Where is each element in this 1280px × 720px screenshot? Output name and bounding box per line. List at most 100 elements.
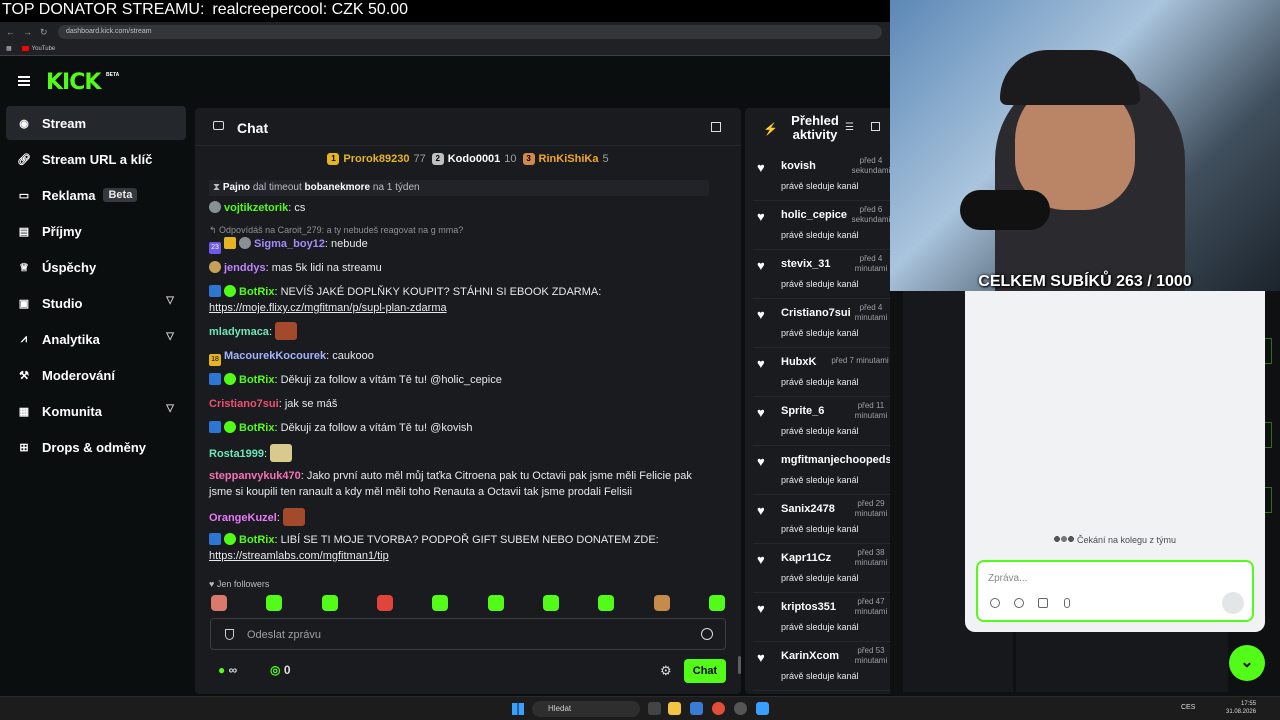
chat-scrollbar[interactable] xyxy=(738,656,741,674)
activity-item[interactable]: ♥ kovish před 4 sekundami právě sleduje kan… xyxy=(753,152,893,201)
activity-status: právě sleduje kanál xyxy=(781,377,859,387)
sidebar-item-uspechy[interactable]: ♕ Úspěchy xyxy=(6,250,186,284)
language-indicator[interactable]: CES xyxy=(1181,704,1195,711)
chat-username[interactable]: Cristiano7sui xyxy=(209,398,279,410)
sidebar-item-studio[interactable]: ▣ Studio ▽ xyxy=(6,286,186,320)
chat-username[interactable]: BotRix xyxy=(239,286,274,298)
forward-icon[interactable]: → xyxy=(23,27,32,38)
bot-badge-icon xyxy=(209,373,221,385)
sidebar-item-analytika[interactable]: ⩘ Analytika ▽ xyxy=(6,322,186,356)
app-icon[interactable] xyxy=(734,702,747,715)
attach-icon[interactable] xyxy=(990,598,1000,608)
file-explorer-icon[interactable] xyxy=(668,702,681,715)
emote-button[interactable] xyxy=(542,595,559,611)
menu-icon[interactable] xyxy=(18,76,30,86)
chat-username[interactable]: vojtikzetorik xyxy=(224,202,288,214)
user-badge-icon xyxy=(239,237,251,249)
chrome-icon[interactable] xyxy=(712,702,725,715)
chat-username[interactable]: mladymaca xyxy=(209,326,269,338)
app-icon[interactable] xyxy=(756,702,769,715)
chat-link[interactable]: https://streamlabs.com/mgfitman1/tip xyxy=(209,550,389,562)
sidebar-item-label: Příjmy xyxy=(42,223,82,239)
activity-item[interactable]: ♥ stevix_31 před 4 minutami právě sleduje k… xyxy=(753,250,893,299)
expand-icon[interactable] xyxy=(711,122,721,132)
heart-icon: ♥ xyxy=(757,405,765,420)
apps-icon[interactable]: ▦ xyxy=(6,45,12,52)
emote-button[interactable] xyxy=(376,595,393,611)
windows-start-icon[interactable] xyxy=(512,703,524,715)
emote-button[interactable] xyxy=(487,595,504,611)
activity-item[interactable]: ♥ kriptos351 před 47 minutami právě sleduje… xyxy=(753,593,893,642)
clock[interactable]: 17:55 31.08.2026 xyxy=(1226,700,1256,716)
points-indicator[interactable]: ◎ 0 xyxy=(270,663,291,677)
emote-button[interactable] xyxy=(266,595,283,611)
chat-username[interactable]: Rosta1999 xyxy=(209,448,264,460)
sidebar-item-stream[interactable]: ◉ Stream xyxy=(6,106,186,140)
leaderboard-entry[interactable]: 1 Prorok89230 77 xyxy=(327,153,426,165)
app-icon[interactable] xyxy=(690,702,703,715)
activity-item[interactable]: ♥ Kapr11Cz před 38 minutami právě sleduje k… xyxy=(753,544,893,593)
sidebar-item-drops[interactable]: ⊞ Drops & odměny xyxy=(6,430,186,464)
viewers-indicator[interactable]: ● ∞ xyxy=(218,663,237,677)
taskbar-search[interactable]: Hledat xyxy=(532,701,640,717)
sidebar-item-moderovani[interactable]: ⚒ Moderování xyxy=(6,358,186,392)
leaderboard-entry[interactable]: 2 Kodo0001 10 xyxy=(431,153,517,165)
activity-item[interactable]: ♥ Sanix2478 před 29 minutami právě sleduje … xyxy=(753,495,893,544)
task-view-icon[interactable] xyxy=(648,702,661,715)
activity-item[interactable]: ♥ holic_cepice před 6 sekundami právě sledu… xyxy=(753,201,893,250)
emote-button[interactable] xyxy=(598,595,615,611)
microphone-icon[interactable] xyxy=(1064,598,1070,608)
emote-button[interactable] xyxy=(708,595,725,611)
chat-username[interactable]: Pajno xyxy=(223,182,250,193)
sidebar-item-label: Reklama xyxy=(42,187,96,203)
send-button[interactable] xyxy=(1222,592,1244,614)
sidebar-item-komunita[interactable]: ▦ Komunita ▽ xyxy=(6,394,186,428)
chat-username[interactable]: bobanekmore xyxy=(305,182,371,193)
chat-username[interactable]: steppanvykuk470 xyxy=(209,470,301,482)
chat-message: BotRix: Děkuji za follow a vítám Tě tu! … xyxy=(209,372,709,388)
chat-username[interactable]: Sigma_boy12 xyxy=(254,238,325,250)
emote-button[interactable] xyxy=(432,595,449,611)
gif-icon[interactable] xyxy=(1038,598,1048,608)
shield-icon[interactable] xyxy=(225,629,234,640)
heart-icon: ♥ xyxy=(757,552,765,567)
activity-item[interactable]: ♥ HubxK před 7 minutami právě sleduje kanál xyxy=(753,348,893,397)
bookmark-youtube[interactable]: YouTube xyxy=(21,46,55,52)
emote-button[interactable] xyxy=(211,595,227,611)
leaderboard-entry[interactable]: 3 RinKiShiKa 5 xyxy=(522,153,609,165)
send-chat-button[interactable]: Chat xyxy=(684,659,726,683)
address-bar[interactable]: dashboard.kick.com/stream xyxy=(58,25,882,39)
sidebar-item-prijmy[interactable]: ▤ Příjmy xyxy=(6,214,186,248)
reload-icon[interactable]: ↻ xyxy=(40,27,48,38)
emote-button[interactable] xyxy=(653,595,670,611)
sidebar-item-stream-url[interactable]: 🔗︎ Stream URL a klíč xyxy=(6,142,186,176)
chat-username[interactable]: BotRix xyxy=(239,534,274,546)
chat-message-input[interactable] xyxy=(247,626,687,644)
emote-button[interactable] xyxy=(321,595,338,611)
activity-item[interactable]: ♥ KarinXcom před 53 minutami právě sleduje … xyxy=(753,642,893,691)
chat-username[interactable]: BotRix xyxy=(239,374,274,386)
chat-username[interactable]: BotRix xyxy=(239,422,274,434)
activity-item[interactable]: ♥ mgfitmanjechoopeds právě sleduje kanál xyxy=(753,446,893,495)
chat-text: nebude xyxy=(331,238,368,250)
gear-icon[interactable]: ⚙ xyxy=(660,663,672,679)
expand-icon[interactable] xyxy=(871,122,880,131)
scroll-down-button[interactable]: ⌄ xyxy=(1229,645,1265,681)
sidebar-item-label: Stream URL a klíč xyxy=(42,151,153,167)
team-message-input[interactable] xyxy=(988,570,1188,586)
sidebar-item-reklama[interactable]: ▭ Reklama Beta xyxy=(6,178,186,212)
kick-logo[interactable]: KICK xyxy=(46,70,101,95)
filter-icon[interactable]: ☰ xyxy=(845,122,854,133)
activity-item[interactable]: ♥ Sprite_6 před 11 minutami právě sleduje k… xyxy=(753,397,893,446)
chat-username[interactable]: MacourekKocourek xyxy=(224,350,326,362)
activity-item[interactable]: ♥ Cristiano7sui před 4 minutami právě sledu… xyxy=(753,299,893,348)
activity-time: před 47 minutami xyxy=(854,597,888,616)
emoji-icon[interactable] xyxy=(1014,598,1024,608)
activity-status: právě sleduje kanál xyxy=(781,426,859,436)
chat-username[interactable]: jenddys xyxy=(224,262,266,274)
chat-link[interactable]: https://moje.flixy.cz/mgfitman/p/supl-pl… xyxy=(209,302,447,314)
back-icon[interactable]: ← xyxy=(6,27,15,38)
emoji-icon[interactable] xyxy=(701,628,713,640)
team-chat-widget: Čekání na kolegu z týmu xyxy=(965,291,1265,632)
chat-username[interactable]: OrangeKuzel xyxy=(209,512,277,524)
